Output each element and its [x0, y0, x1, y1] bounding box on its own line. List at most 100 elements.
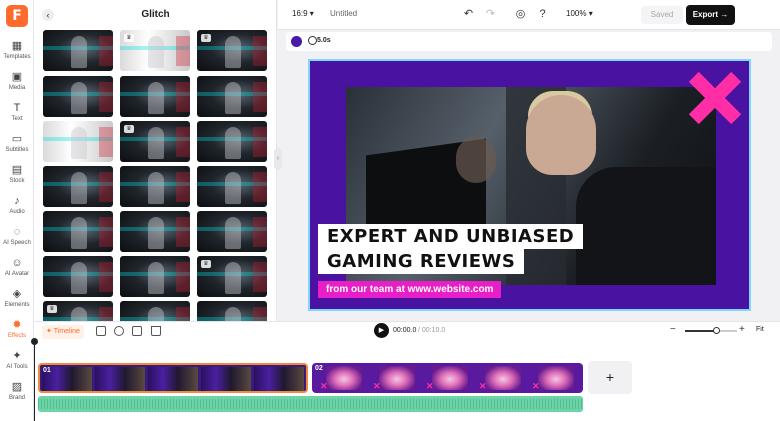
slide-duration[interactable]: 5.0s	[317, 37, 331, 44]
glitch-effect-thumbnail[interactable]	[43, 76, 113, 117]
glitch-effect-thumbnail[interactable]	[43, 121, 113, 162]
zoom-in-icon[interactable]: +	[739, 324, 745, 335]
glitch-effect-thumbnail[interactable]	[43, 211, 113, 252]
tagline-text[interactable]: from our team at www.website.com	[318, 281, 502, 298]
glitch-effect-thumbnail[interactable]: ♛	[120, 30, 190, 71]
rail-item-label: Media	[8, 85, 26, 91]
audio-icon: ♪	[14, 195, 20, 207]
glitch-effect-thumbnail[interactable]	[43, 166, 113, 207]
trash-icon[interactable]	[151, 326, 161, 336]
slider-handle[interactable]	[713, 327, 721, 334]
rail-item-templates[interactable]: ▦ Templates	[0, 38, 34, 68]
rail-item-label: Audio	[9, 209, 25, 215]
duplicate-icon[interactable]	[132, 326, 142, 336]
ai-speech-icon: ◌	[13, 226, 21, 238]
rail-item-brand[interactable]: ▨ Brand	[0, 379, 34, 409]
stock-icon: ▤	[11, 164, 23, 176]
preview-icon[interactable]: ◎	[514, 8, 527, 21]
zoom-out-icon[interactable]: −	[670, 324, 676, 335]
glitch-effect-thumbnail[interactable]: ♛	[43, 301, 113, 321]
audio-track[interactable]	[38, 396, 583, 412]
rail-item-text[interactable]: T Text	[0, 100, 34, 130]
ai-tools-icon: ✦	[12, 350, 22, 362]
glitch-effect-thumbnail[interactable]: ♛	[120, 121, 190, 162]
canvas-settings-bar: 5.0s	[286, 32, 772, 51]
zoom-select[interactable]: 100% ▾	[566, 9, 593, 18]
effects-icon: ✹	[12, 319, 22, 331]
timeline-zoom-slider[interactable]	[685, 327, 737, 334]
canvas-stage[interactable]: EXPERT AND UNBIASED GAMING REVIEWS from …	[308, 59, 751, 311]
saved-button[interactable]: Saved	[641, 6, 683, 24]
add-frame-icon[interactable]	[96, 326, 106, 336]
premium-crown-icon: ♛	[124, 34, 134, 42]
rail-item-ai-avatar[interactable]: ☺ AI Avatar	[0, 255, 34, 285]
app-logo[interactable]: F	[6, 5, 28, 27]
glitch-effect-thumbnail[interactable]	[197, 301, 267, 321]
help-icon[interactable]: ?	[536, 8, 549, 21]
glitch-effect-thumbnail[interactable]	[197, 76, 267, 117]
rail-item-media[interactable]: ▣ Media	[0, 69, 34, 99]
rail-item-label: Text	[11, 116, 23, 122]
rail-item-stock[interactable]: ▤ Stock	[0, 162, 34, 192]
aspect-ratio-select[interactable]: 16:9 ▾	[292, 9, 314, 18]
timeline-panel: ✦ Timeline ▶ 00:00.0 / 00:10.0 − + Fit 0…	[31, 321, 780, 421]
rail-item-audio[interactable]: ♪ Audio	[0, 193, 34, 223]
headline-line-2[interactable]: GAMING REVIEWS	[318, 249, 525, 274]
top-toolbar: 16:9 ▾ Untitled ↶ ↷ ◎ ? 100% ▾ Saved Exp…	[278, 0, 780, 30]
glitch-effect-thumbnail[interactable]	[43, 256, 113, 297]
clip-02[interactable]: 02 ✕ ✕ ✕ ✕ ✕	[312, 363, 583, 393]
glitch-effect-thumbnail[interactable]	[120, 211, 190, 252]
current-time: 00:00.0	[393, 327, 417, 334]
glitch-effect-thumbnail[interactable]	[197, 211, 267, 252]
rail-item-label: Elements	[4, 302, 30, 308]
ai-avatar-icon: ☺	[11, 257, 23, 269]
clock-icon	[308, 36, 317, 45]
glitch-effect-thumbnail[interactable]: ♛	[197, 256, 267, 297]
rail-item-label: AI Avatar	[4, 271, 30, 277]
background-color-swatch[interactable]	[291, 36, 302, 47]
glitch-effect-thumbnail[interactable]	[120, 76, 190, 117]
rail-item-ai-speech[interactable]: ◌ AI Speech	[0, 224, 34, 254]
glitch-effect-thumbnail[interactable]: ♛	[197, 30, 267, 71]
project-name[interactable]: Untitled	[330, 9, 357, 18]
rail-item-elements[interactable]: ◈ Elements	[0, 286, 34, 316]
glitch-effect-thumbnail[interactable]	[120, 256, 190, 297]
playhead[interactable]	[31, 338, 38, 421]
glitch-effect-thumbnail[interactable]	[197, 121, 267, 162]
export-button[interactable]: Export →	[686, 5, 735, 25]
brand-icon: ▨	[11, 381, 23, 393]
rail-item-ai-tools[interactable]: ✦ AI Tools	[0, 348, 34, 378]
glitch-effect-thumbnail[interactable]	[43, 30, 113, 71]
rail-item-effects[interactable]: ✹ Effects	[0, 317, 34, 347]
rail-item-label: Brand	[8, 395, 25, 401]
rail-item-subtitles[interactable]: ▭ Subtitles	[0, 131, 34, 161]
undo-icon[interactable]: ↶	[462, 8, 475, 21]
panel-collapse-handle[interactable]: ‹	[274, 148, 282, 170]
text-icon: T	[13, 102, 21, 114]
glitch-effect-thumbnail[interactable]	[197, 166, 267, 207]
glitch-effect-thumbnail[interactable]	[120, 301, 190, 321]
rail-item-label: AI Tools	[6, 364, 28, 370]
media-icon: ▣	[11, 71, 23, 83]
play-button[interactable]: ▶	[374, 323, 389, 338]
glitch-effect-thumbnail[interactable]	[120, 166, 190, 207]
timeline-tab[interactable]: ✦ Timeline	[42, 325, 84, 339]
rail-item-label: Stock	[9, 178, 25, 184]
total-time: / 00:10.0	[418, 327, 446, 334]
rail-item-label: Effects	[7, 333, 27, 339]
redo-icon[interactable]: ↷	[484, 8, 497, 21]
left-rail: F ▦ Templates ▣ Media T Text ▭ Subtitles ▤ Stock ♪…	[0, 0, 34, 421]
headline-line-1[interactable]: EXPERT AND UNBIASED	[318, 224, 584, 249]
premium-crown-icon: ♛	[47, 305, 57, 313]
split-icon[interactable]	[114, 326, 124, 336]
templates-icon: ▦	[11, 40, 23, 52]
effects-panel: ‹ Glitch ♛ ♛ ♛ ♛ ♛	[34, 0, 277, 321]
premium-crown-icon: ♛	[124, 125, 134, 133]
premium-crown-icon: ♛	[201, 260, 211, 268]
add-clip-button[interactable]: +	[588, 361, 632, 394]
subtitles-icon: ▭	[11, 133, 23, 145]
clip-01[interactable]: 01	[38, 363, 308, 393]
rail-item-label: Templates	[3, 54, 31, 60]
fit-button[interactable]: Fit	[756, 326, 764, 333]
elements-icon: ◈	[12, 288, 22, 300]
